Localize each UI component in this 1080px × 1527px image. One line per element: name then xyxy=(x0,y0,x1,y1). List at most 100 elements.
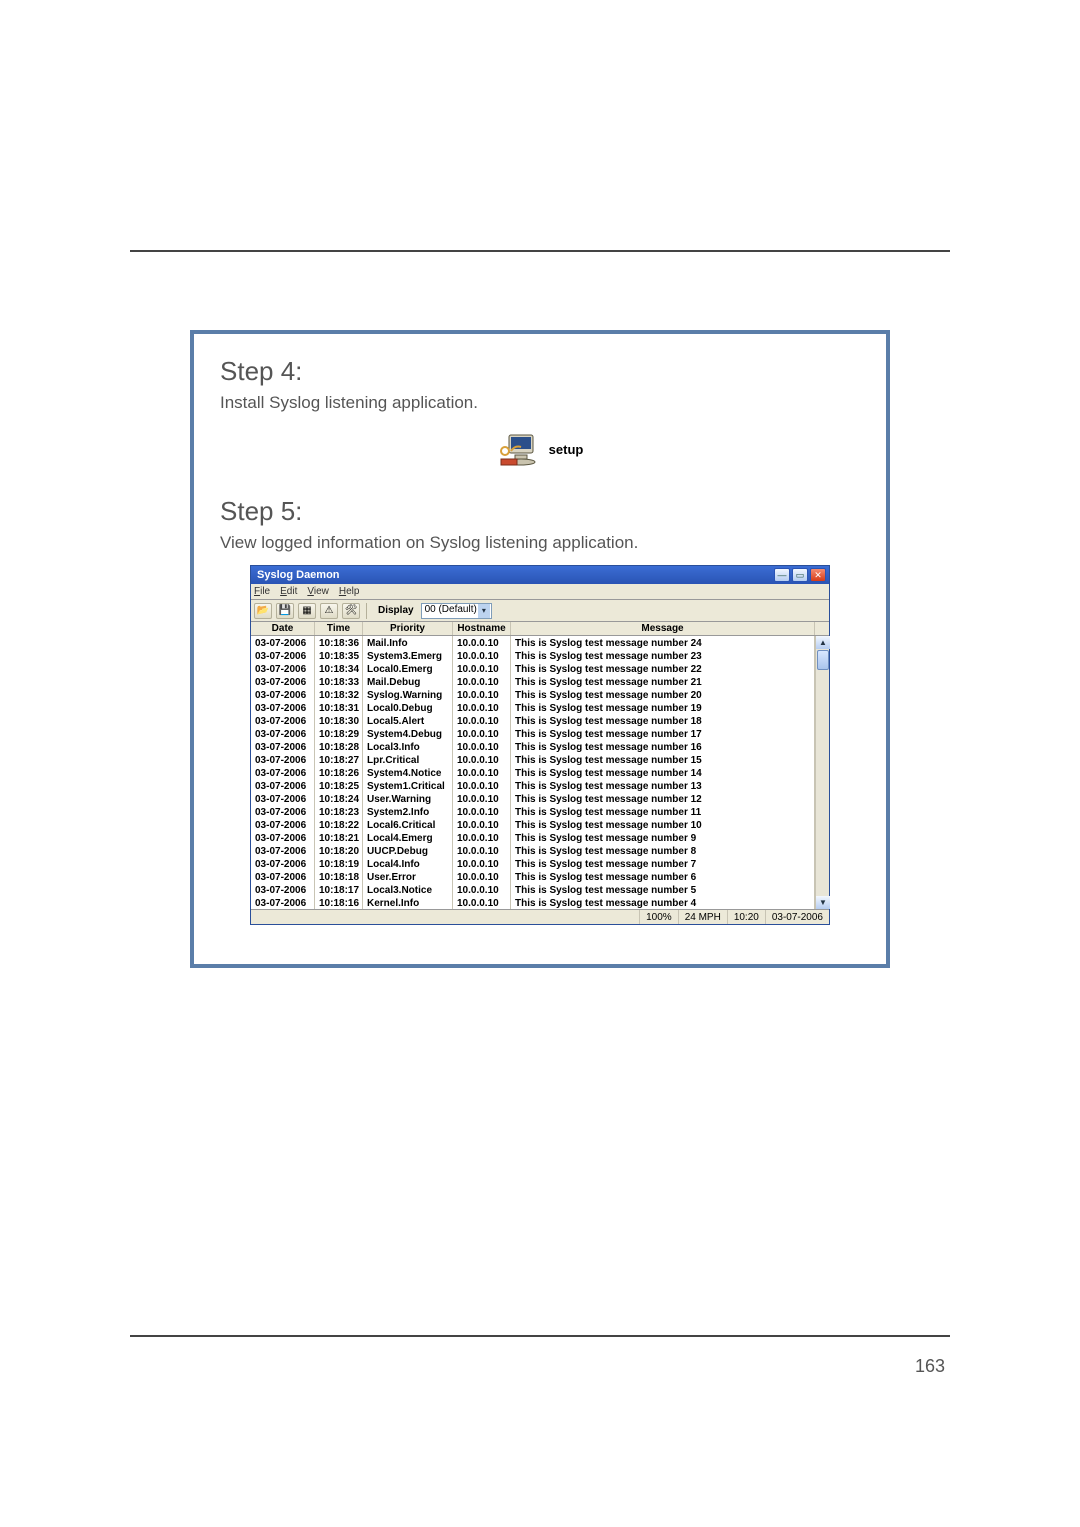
col-message[interactable]: Message xyxy=(511,622,815,635)
col-date[interactable]: Date xyxy=(251,622,315,635)
table-row[interactable]: 03-07-200610:18:25System1.Critical10.0.0… xyxy=(251,779,829,792)
cell-time: 10:18:17 xyxy=(315,883,363,896)
scroll-thumb[interactable] xyxy=(817,650,829,670)
minimize-button[interactable]: — xyxy=(774,568,790,582)
col-priority[interactable]: Priority xyxy=(363,622,453,635)
table-row[interactable]: 03-07-200610:18:17Local3.Notice10.0.0.10… xyxy=(251,883,829,896)
col-hostname[interactable]: Hostname xyxy=(453,622,511,635)
cell-time: 10:18:18 xyxy=(315,870,363,883)
cell-priority: Mail.Debug xyxy=(363,675,453,688)
tool-settings-icon[interactable]: 🛠 xyxy=(342,603,360,619)
cell-hostname: 10.0.0.10 xyxy=(453,675,511,688)
cell-date: 03-07-2006 xyxy=(251,857,315,870)
tool-save-icon[interactable]: 💾 xyxy=(276,603,294,619)
table-row[interactable]: 03-07-200610:18:29System4.Debug10.0.0.10… xyxy=(251,727,829,740)
menubar: File Edit View Help xyxy=(251,584,829,600)
cell-message: This is Syslog test message number 19 xyxy=(511,701,815,714)
setup-icon-row: setup xyxy=(220,429,860,474)
tool-alert-icon[interactable]: ⚠ xyxy=(320,603,338,619)
cell-date: 03-07-2006 xyxy=(251,701,315,714)
titlebar[interactable]: Syslog Daemon — ▭ ✕ xyxy=(251,566,829,584)
cell-hostname: 10.0.0.10 xyxy=(453,740,511,753)
cell-hostname: 10.0.0.10 xyxy=(453,701,511,714)
toolbar-separator xyxy=(366,603,367,619)
cell-date: 03-07-2006 xyxy=(251,688,315,701)
menu-edit[interactable]: Edit xyxy=(280,586,297,597)
cell-priority: Local6.Critical xyxy=(363,818,453,831)
table-row[interactable]: 03-07-200610:18:34Local0.Emerg10.0.0.10T… xyxy=(251,662,829,675)
cell-priority: Kernel.Info xyxy=(363,896,453,909)
status-date: 03-07-2006 xyxy=(766,910,829,924)
cell-date: 03-07-2006 xyxy=(251,649,315,662)
tool-open-icon[interactable]: 📂 xyxy=(254,603,272,619)
menu-help[interactable]: Help xyxy=(339,586,360,597)
table-row[interactable]: 03-07-200610:18:24User.Warning10.0.0.10T… xyxy=(251,792,829,805)
cell-priority: System1.Critical xyxy=(363,779,453,792)
display-select[interactable]: 00 (Default) xyxy=(421,603,492,619)
cell-message: This is Syslog test message number 9 xyxy=(511,831,815,844)
cell-hostname: 10.0.0.10 xyxy=(453,636,511,649)
cell-date: 03-07-2006 xyxy=(251,714,315,727)
cell-priority: Local4.Emerg xyxy=(363,831,453,844)
top-divider xyxy=(130,250,950,252)
close-button[interactable]: ✕ xyxy=(810,568,826,582)
table-row[interactable]: 03-07-200610:18:22Local6.Critical10.0.0.… xyxy=(251,818,829,831)
maximize-button[interactable]: ▭ xyxy=(792,568,808,582)
cell-message: This is Syslog test message number 16 xyxy=(511,740,815,753)
table-row[interactable]: 03-07-200610:18:18User.Error10.0.0.10Thi… xyxy=(251,870,829,883)
cell-hostname: 10.0.0.10 xyxy=(453,753,511,766)
page: Step 4: Install Syslog listening applica… xyxy=(0,0,1080,1527)
table-row[interactable]: 03-07-200610:18:27Lpr.Critical10.0.0.10T… xyxy=(251,753,829,766)
cell-time: 10:18:32 xyxy=(315,688,363,701)
table-row[interactable]: 03-07-200610:18:19Local4.Info10.0.0.10Th… xyxy=(251,857,829,870)
setup-icon[interactable]: setup xyxy=(497,429,584,469)
cell-priority: Local3.Notice xyxy=(363,883,453,896)
cell-priority: User.Warning xyxy=(363,792,453,805)
cell-time: 10:18:19 xyxy=(315,857,363,870)
table-row[interactable]: 03-07-200610:18:35System3.Emerg10.0.0.10… xyxy=(251,649,829,662)
cell-message: This is Syslog test message number 13 xyxy=(511,779,815,792)
cell-hostname: 10.0.0.10 xyxy=(453,818,511,831)
cell-time: 10:18:16 xyxy=(315,896,363,909)
table-header: Date Time Priority Hostname Message xyxy=(251,622,829,636)
cell-hostname: 10.0.0.10 xyxy=(453,688,511,701)
col-time[interactable]: Time xyxy=(315,622,363,635)
table-row[interactable]: 03-07-200610:18:30Local5.Alert10.0.0.10T… xyxy=(251,714,829,727)
table-row[interactable]: 03-07-200610:18:28Local3.Info10.0.0.10Th… xyxy=(251,740,829,753)
cell-time: 10:18:35 xyxy=(315,649,363,662)
cell-date: 03-07-2006 xyxy=(251,766,315,779)
cell-message: This is Syslog test message number 10 xyxy=(511,818,815,831)
table-row[interactable]: 03-07-200610:18:21Local4.Emerg10.0.0.10T… xyxy=(251,831,829,844)
table-row[interactable]: 03-07-200610:18:20UUCP.Debug10.0.0.10Thi… xyxy=(251,844,829,857)
cell-time: 10:18:31 xyxy=(315,701,363,714)
scrollbar[interactable]: ▲ ▼ xyxy=(815,636,829,909)
menu-file[interactable]: File xyxy=(254,586,270,597)
cell-message: This is Syslog test message number 5 xyxy=(511,883,815,896)
table-row[interactable]: 03-07-200610:18:26System4.Notice10.0.0.1… xyxy=(251,766,829,779)
cell-priority: System2.Info xyxy=(363,805,453,818)
cell-hostname: 10.0.0.10 xyxy=(453,844,511,857)
table-row[interactable]: 03-07-200610:18:16Kernel.Info10.0.0.10Th… xyxy=(251,896,829,909)
menu-view[interactable]: View xyxy=(307,586,329,597)
cell-date: 03-07-2006 xyxy=(251,779,315,792)
cell-priority: Mail.Info xyxy=(363,636,453,649)
step5-title: Step 5: xyxy=(220,496,860,527)
scroll-down-icon[interactable]: ▼ xyxy=(816,896,830,909)
table-row[interactable]: 03-07-200610:18:32Syslog.Warning10.0.0.1… xyxy=(251,688,829,701)
cell-priority: Local4.Info xyxy=(363,857,453,870)
table-row[interactable]: 03-07-200610:18:31Local0.Debug10.0.0.10T… xyxy=(251,701,829,714)
cell-hostname: 10.0.0.10 xyxy=(453,649,511,662)
display-label: Display xyxy=(378,605,414,616)
setup-icon-label: setup xyxy=(549,442,584,457)
scroll-up-icon[interactable]: ▲ xyxy=(816,636,830,649)
cell-priority: User.Error xyxy=(363,870,453,883)
table-row[interactable]: 03-07-200610:18:36Mail.Info10.0.0.10This… xyxy=(251,636,829,649)
status-spacer xyxy=(251,910,640,924)
step4-title: Step 4: xyxy=(220,356,860,387)
cell-message: This is Syslog test message number 4 xyxy=(511,896,815,909)
cell-priority: System4.Notice xyxy=(363,766,453,779)
tool-grid-icon[interactable]: ▦ xyxy=(298,603,316,619)
table-row[interactable]: 03-07-200610:18:23System2.Info10.0.0.10T… xyxy=(251,805,829,818)
table-row[interactable]: 03-07-200610:18:33Mail.Debug10.0.0.10Thi… xyxy=(251,675,829,688)
cell-date: 03-07-2006 xyxy=(251,675,315,688)
